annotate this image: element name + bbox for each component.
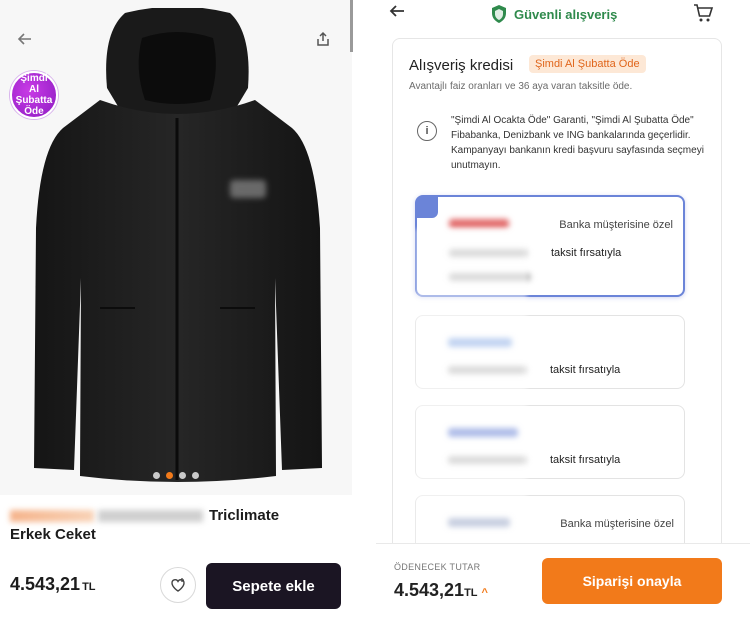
redaction-overlay: [415, 229, 527, 557]
carousel-dot[interactable]: [179, 472, 186, 479]
basket-button[interactable]: [692, 2, 714, 29]
scrollbar[interactable]: [350, 0, 353, 52]
credit-campaign-badge: Şimdi Al Şubatta Öde: [529, 55, 646, 73]
info-icon: i: [417, 121, 437, 141]
credit-options-card: Alışveriş kredisi Şimdi Al Şubatta Öde A…: [392, 38, 722, 558]
cart-icon: [694, 4, 714, 22]
arrow-left-icon: [17, 33, 31, 45]
favorite-button[interactable]: [160, 567, 196, 603]
product-screen: Şimdi Al Şubatta Öde Triclimate Erkek Ce…: [0, 0, 352, 617]
payable-amount[interactable]: 4.543,21TL ^: [394, 580, 488, 601]
checkout-footer: ÖDENECEK TUTAR 4.543,21TL ^ Siparişi onay…: [376, 543, 750, 617]
share-button[interactable]: [308, 24, 338, 54]
bank-logo-redacted: [449, 219, 509, 228]
campaign-info: i "Şimdi Al Ocakta Öde" Garanti, "Şimdi …: [407, 109, 709, 181]
shield-icon: [492, 5, 506, 23]
bank-option-offer: taksit fırsatıyla: [550, 364, 621, 376]
carousel-dot[interactable]: [153, 472, 160, 479]
checkout-screen: Güvenli alışveriş Alışveriş kredisi Şimd…: [362, 0, 750, 617]
product-image[interactable]: [30, 8, 325, 488]
add-to-cart-button[interactable]: Sepete ekle: [206, 563, 341, 609]
back-button[interactable]: [10, 24, 40, 54]
bank-option-offer: taksit fırsatıyla: [551, 247, 622, 259]
product-image-area: Şimdi Al Şubatta Öde: [0, 0, 352, 495]
arrow-left-icon: [389, 5, 404, 17]
secure-shopping-label: Güvenli alışveriş: [490, 4, 617, 24]
carousel-dot-active[interactable]: [166, 472, 173, 479]
carousel-dot[interactable]: [192, 472, 199, 479]
brand-name-redacted[interactable]: [10, 510, 94, 523]
carousel-indicator: [0, 472, 352, 479]
product-price: 4.543,21 TL: [10, 574, 96, 594]
credit-title: Alışveriş kredisi: [409, 57, 514, 74]
campaign-info-text: "Şimdi Al Ocakta Öde" Garanti, "Şimdi Al…: [451, 115, 704, 171]
bank-option-tag: Banka müşterisine özel: [559, 219, 673, 231]
payable-amount-label: ÖDENECEK TUTAR: [394, 562, 481, 572]
product-title: Triclimate Erkek Ceket: [10, 507, 280, 543]
bank-option-offer: taksit fırsatıyla: [550, 454, 621, 466]
heart-icon: [171, 578, 185, 592]
checkout-header: Güvenli alışveriş: [362, 0, 750, 30]
model-name-redacted: [98, 510, 203, 523]
selected-indicator: [416, 196, 438, 218]
credit-subtitle: Avantajlı faiz oranları ve 36 aya varan …: [409, 81, 633, 92]
bank-option-tag: Banka müşterisine özel: [560, 518, 674, 530]
confirm-order-button[interactable]: Siparişi onayla: [542, 558, 722, 604]
promo-badge: Şimdi Al Şubatta Öde: [10, 71, 58, 119]
share-icon: [317, 31, 329, 46]
back-button[interactable]: [388, 2, 406, 26]
chevron-up-icon: ^: [481, 587, 488, 599]
